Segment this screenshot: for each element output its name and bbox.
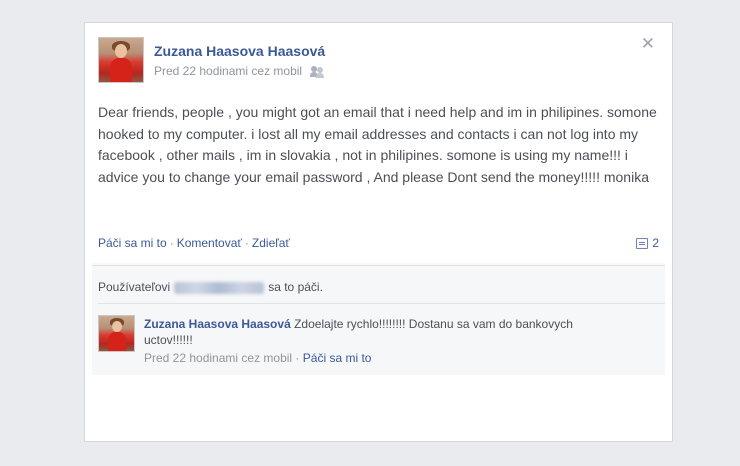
comment-body: Zuzana Haasova Haasová Zdoelajte rychlo!… — [144, 316, 624, 348]
divider — [98, 303, 665, 304]
comment-like-link[interactable]: Páči sa mi to — [303, 351, 372, 365]
share-link[interactable]: Zdieľať — [252, 236, 290, 250]
avatar-dress — [110, 58, 132, 82]
post-text: Dear friends, people , you might got an … — [98, 104, 657, 185]
comment-timestamp: Pred 22 hodinami cez mobil — [144, 351, 293, 365]
friends-icon[interactable] — [310, 65, 325, 78]
separator: · — [244, 236, 249, 250]
blurred-user-name[interactable] — [174, 281, 265, 294]
avatar-head — [112, 321, 122, 332]
separator: · — [295, 351, 300, 365]
comment-author-name[interactable]: Zuzana Haasova Haasová — [144, 317, 291, 331]
comment-meta: Pred 22 hodinami cez mobil · Páči sa mi … — [144, 351, 371, 365]
post-author-name[interactable]: Zuzana Haasova Haasová — [154, 43, 325, 59]
post-timestamp[interactable]: Pred 22 hodinami cez mobil — [154, 64, 302, 78]
comment-count-value: 2 — [652, 236, 659, 250]
likes-suffix: sa to páči. — [268, 280, 323, 294]
divider — [92, 265, 665, 266]
separator: · — [169, 236, 174, 250]
comment-link[interactable]: Komentovať — [177, 236, 242, 250]
comment-count[interactable]: 2 — [636, 236, 659, 250]
author-avatar[interactable] — [98, 37, 144, 83]
comment-author-avatar[interactable] — [98, 315, 135, 352]
close-icon[interactable]: ✕ — [641, 35, 655, 52]
avatar-head — [115, 44, 127, 58]
feedback-section: Používateľovi sa to páči. Zuzana Haasova … — [92, 263, 665, 375]
post-meta: Pred 22 hodinami cez mobil — [154, 64, 325, 78]
comment-icon — [636, 238, 649, 249]
post-actions: Páči sa mi to · Komentovať · Zdieľať 2 — [98, 236, 659, 250]
like-link[interactable]: Páči sa mi to — [98, 236, 167, 250]
likes-prefix: Používateľovi — [98, 280, 171, 294]
likes-sentence: Používateľovi sa to páči. — [98, 280, 323, 294]
post-card: Zuzana Haasova Haasová Pred 22 hodinami … — [84, 22, 673, 442]
avatar-dress — [108, 332, 126, 351]
